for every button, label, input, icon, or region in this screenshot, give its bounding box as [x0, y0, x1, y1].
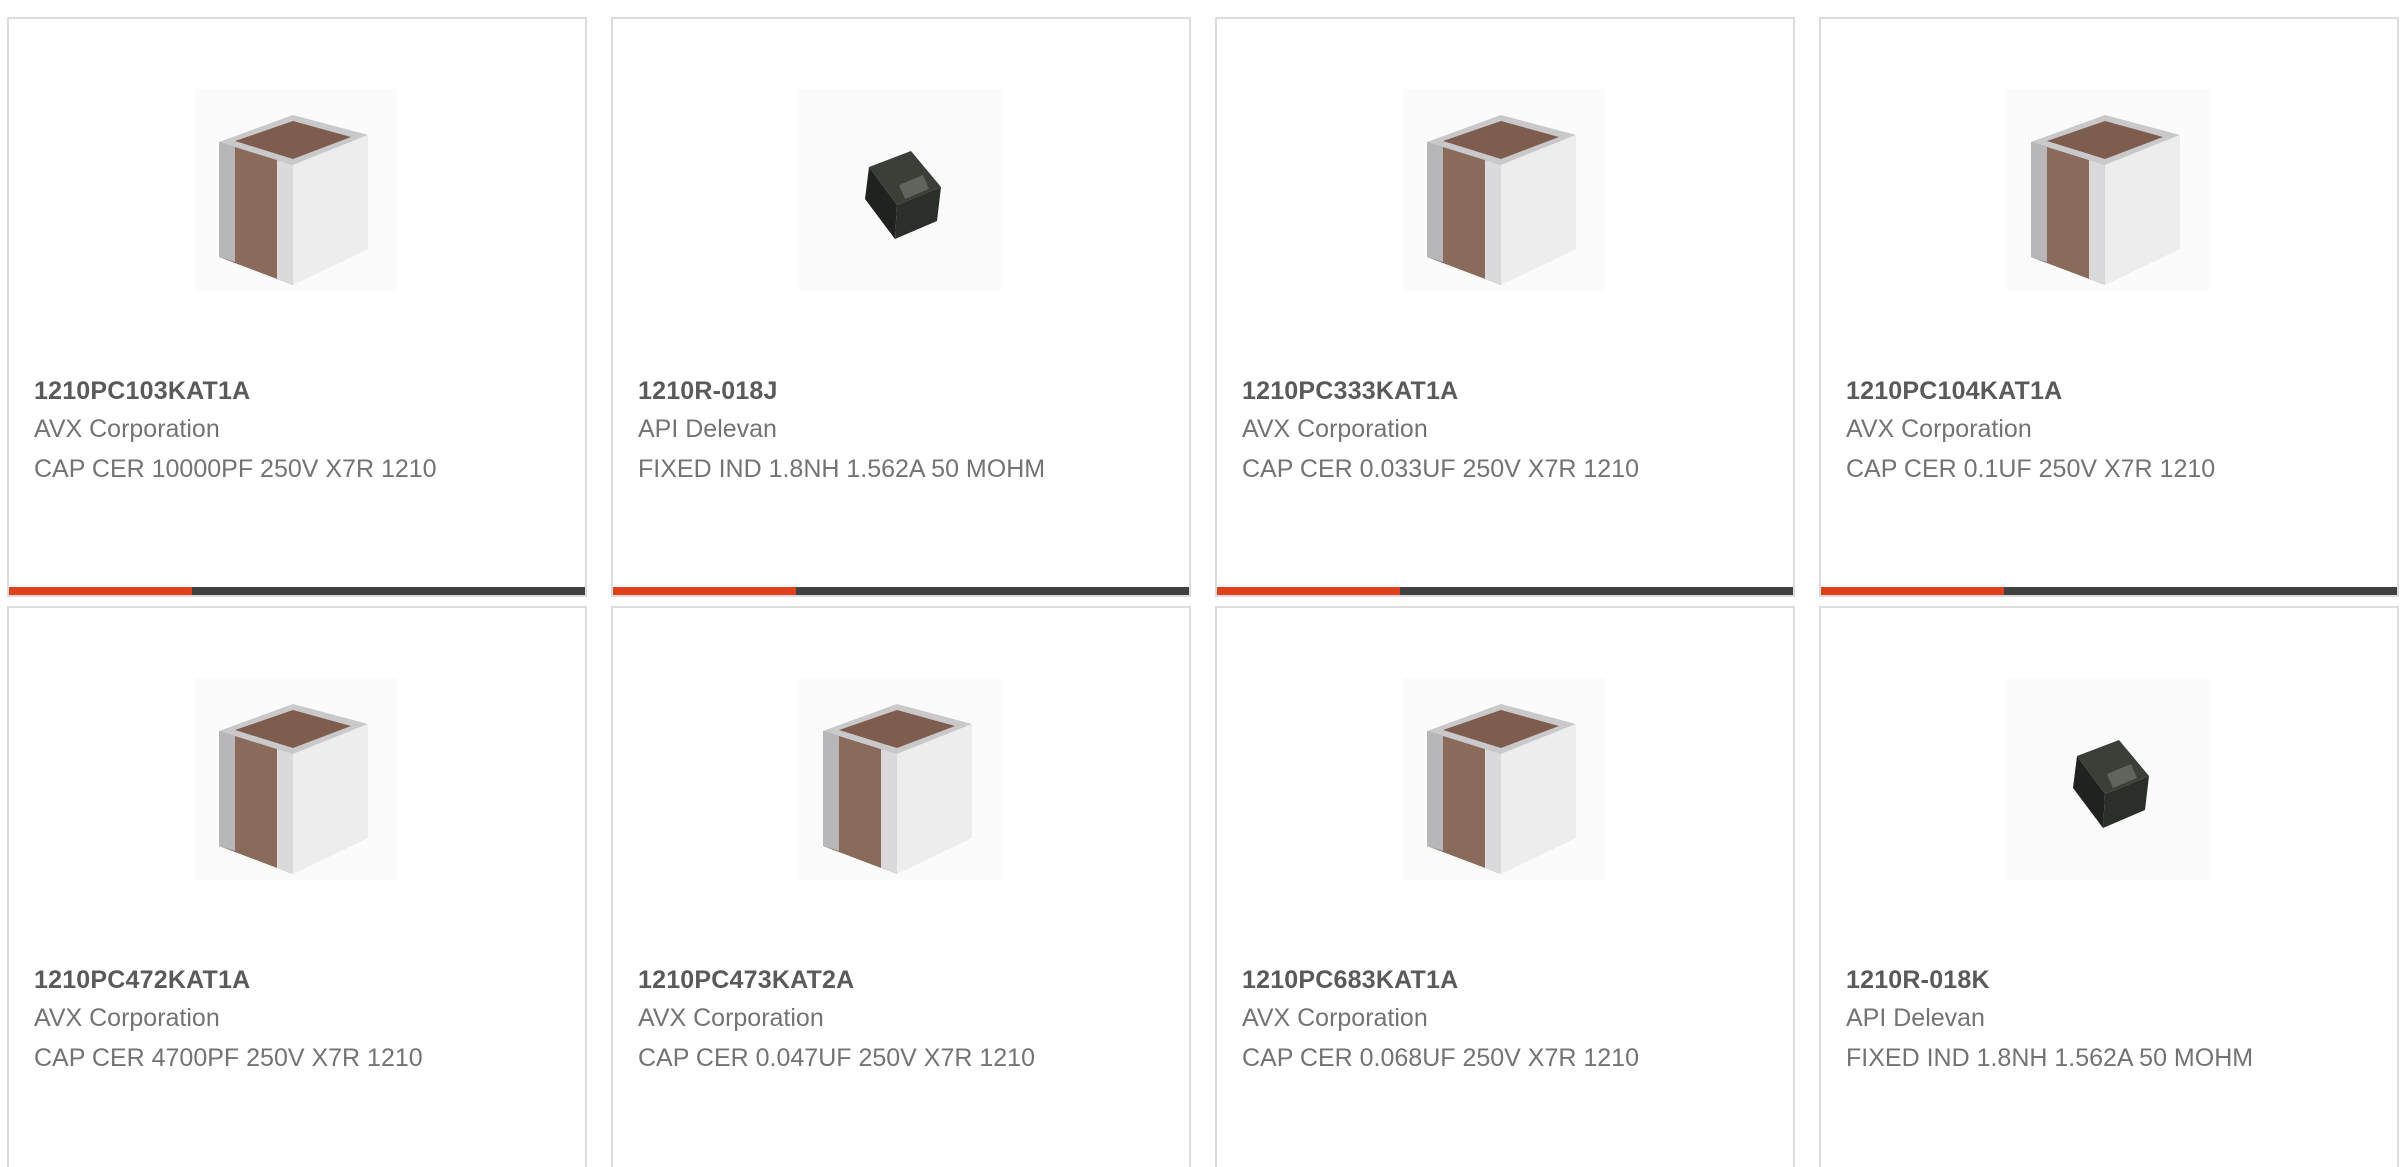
manufacturer: AVX Corporation	[34, 415, 220, 443]
capacitor-icon	[823, 704, 972, 874]
card-bottom-bar	[9, 587, 585, 595]
capacitor-icon	[219, 704, 368, 874]
product-card[interactable]: 1210PC103KAT1A AVX Corporation CAP CER 1…	[7, 17, 587, 597]
part-number: 1210PC104KAT1A	[1846, 377, 2063, 405]
manufacturer: AVX Corporation	[1846, 415, 2032, 443]
manufacturer: API Delevan	[638, 415, 777, 443]
card-bottom-bar	[1821, 587, 2397, 595]
product-image	[2007, 89, 2209, 291]
capacitor-icon	[1427, 115, 1576, 285]
description: CAP CER 0.1UF 250V X7R 1210	[1846, 455, 2216, 483]
part-number: 1210PC473KAT2A	[638, 966, 855, 994]
product-image	[195, 89, 397, 291]
capacitor-icon	[219, 115, 368, 285]
inductor-icon	[865, 151, 941, 239]
part-number: 1210PC683KAT1A	[1242, 966, 1459, 994]
product-card[interactable]: 1210R-018J API Delevan FIXED IND 1.8NH 1…	[611, 17, 1191, 597]
capacitor-icon	[2031, 115, 2180, 285]
manufacturer: API Delevan	[1846, 1004, 1985, 1032]
product-grid: 1210PC103KAT1A AVX Corporation CAP CER 1…	[0, 0, 2400, 1167]
product-image	[195, 678, 397, 880]
product-card[interactable]: 1210PC473KAT2A AVX Corporation CAP CER 0…	[611, 606, 1191, 1167]
description: CAP CER 0.068UF 250V X7R 1210	[1242, 1044, 1639, 1072]
description: CAP CER 4700PF 250V X7R 1210	[34, 1044, 423, 1072]
description: CAP CER 10000PF 250V X7R 1210	[34, 455, 437, 483]
card-accent	[1821, 587, 2004, 595]
part-number: 1210R-018K	[1846, 966, 1990, 994]
manufacturer: AVX Corporation	[638, 1004, 824, 1032]
card-accent	[1217, 587, 1400, 595]
product-image	[1403, 89, 1605, 291]
product-card[interactable]: 1210PC104KAT1A AVX Corporation CAP CER 0…	[1819, 17, 2399, 597]
manufacturer: AVX Corporation	[34, 1004, 220, 1032]
description: FIXED IND 1.8NH 1.562A 50 MOHM	[638, 455, 1046, 483]
product-image	[1403, 678, 1605, 880]
part-number: 1210PC472KAT1A	[34, 966, 251, 994]
manufacturer: AVX Corporation	[1242, 1004, 1428, 1032]
product-card[interactable]: 1210PC472KAT1A AVX Corporation CAP CER 4…	[7, 606, 587, 1167]
description: CAP CER 0.047UF 250V X7R 1210	[638, 1044, 1035, 1072]
product-image	[2007, 678, 2209, 880]
part-number: 1210PC333KAT1A	[1242, 377, 1459, 405]
card-bottom-bar	[1217, 587, 1793, 595]
card-accent	[613, 587, 796, 595]
product-card[interactable]: 1210R-018K API Delevan FIXED IND 1.8NH 1…	[1819, 606, 2399, 1167]
product-card[interactable]: 1210PC683KAT1A AVX Corporation CAP CER 0…	[1215, 606, 1795, 1167]
product-image	[799, 89, 1001, 291]
product-card[interactable]: 1210PC333KAT1A AVX Corporation CAP CER 0…	[1215, 17, 1795, 597]
card-accent	[9, 587, 192, 595]
part-number: 1210R-018J	[638, 377, 778, 405]
capacitor-icon	[1427, 704, 1576, 874]
product-image	[799, 678, 1001, 880]
inductor-icon	[2073, 740, 2149, 828]
manufacturer: AVX Corporation	[1242, 415, 1428, 443]
card-bottom-bar	[613, 587, 1189, 595]
part-number: 1210PC103KAT1A	[34, 377, 251, 405]
description: CAP CER 0.033UF 250V X7R 1210	[1242, 455, 1639, 483]
description: FIXED IND 1.8NH 1.562A 50 MOHM	[1846, 1044, 2254, 1072]
